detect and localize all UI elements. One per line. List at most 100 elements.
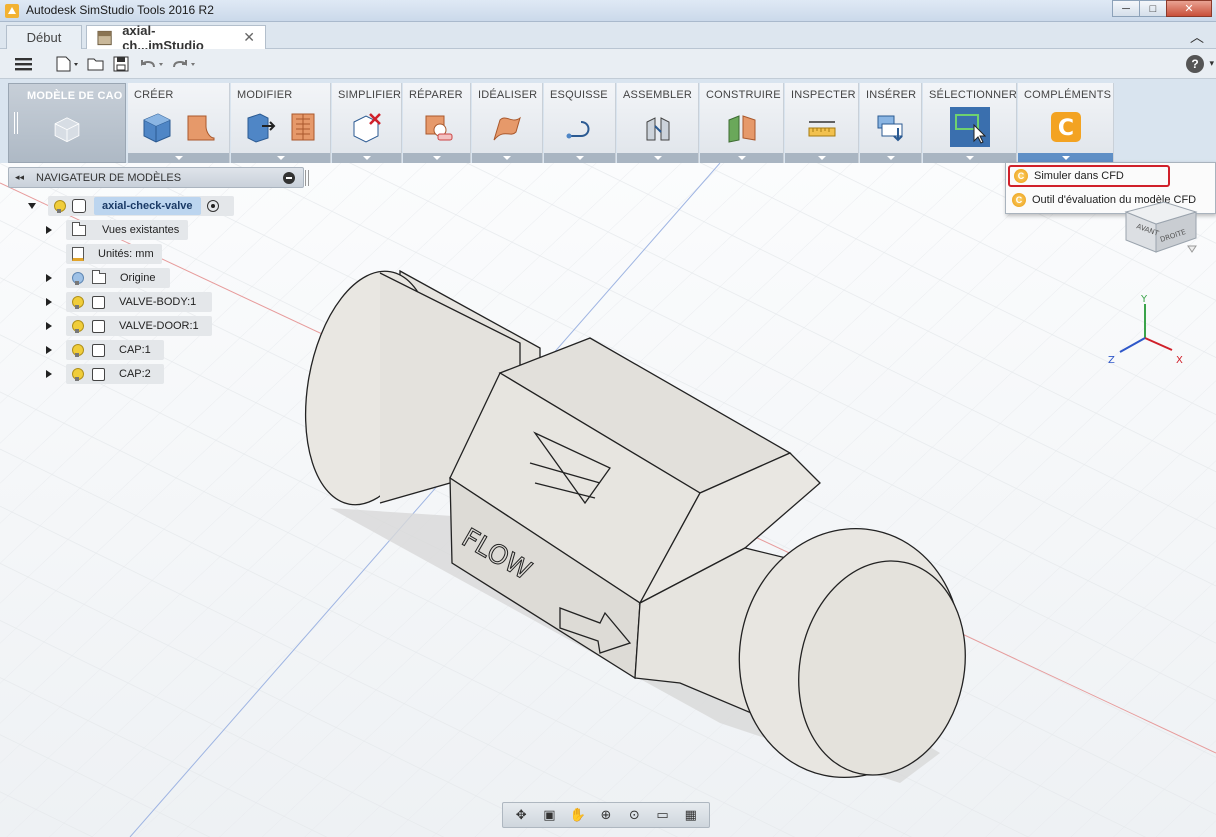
orbit-icon[interactable]: ✥ — [511, 805, 531, 825]
ribbon-group-idealize[interactable]: IDÉALISER — [472, 83, 543, 163]
chevron-down-icon[interactable] — [362, 156, 371, 160]
ribbon-group-construct[interactable]: CONSTRUIRE — [700, 83, 784, 163]
cad-model-icon — [54, 117, 80, 143]
ribbon-group-simplify[interactable]: SIMPLIFIER — [332, 83, 402, 163]
new-file-icon[interactable] — [54, 55, 82, 73]
display-settings-icon[interactable]: ▭ — [653, 805, 673, 825]
collapse-panel-icon[interactable]: ◂◂ — [15, 172, 24, 183]
view-cube[interactable]: AVANT DROITE — [1116, 172, 1216, 262]
ribbon-group-assemble[interactable]: ASSEMBLER — [617, 83, 699, 163]
visibility-bulb-icon[interactable] — [72, 295, 84, 309]
chevron-down-icon[interactable] — [432, 156, 441, 160]
construction-plane-icon[interactable] — [725, 110, 759, 144]
view-cube-menu-icon[interactable] — [1187, 245, 1197, 253]
visibility-bulb-icon[interactable] — [72, 271, 84, 285]
ribbon-group-insert[interactable]: INSÉRER — [860, 83, 922, 163]
expand-triangle-icon[interactable] — [46, 274, 52, 282]
visibility-bulb-icon[interactable] — [72, 343, 84, 357]
cap2-node[interactable]: CAP:2 — [66, 364, 164, 384]
units-node[interactable]: Unités: mm — [66, 244, 162, 264]
ribbon-group-select-label: SÉLECTIONNER — [929, 89, 1017, 101]
3d-viewport[interactable]: FLOW — [0, 163, 1216, 837]
save-icon[interactable] — [112, 55, 130, 73]
help-caret-icon[interactable]: ▾ — [1209, 58, 1214, 69]
activate-radio-icon[interactable] — [206, 200, 219, 212]
help-icon[interactable]: ? — [1186, 55, 1204, 73]
select-icon[interactable] — [949, 107, 990, 147]
window-title: Autodesk SimStudio Tools 2016 R2 — [26, 3, 214, 17]
chevron-down-icon[interactable] — [886, 156, 895, 160]
expand-triangle-icon[interactable] — [46, 226, 52, 234]
ribbon-group-select[interactable]: SÉLECTIONNER — [923, 83, 1017, 163]
root-node[interactable]: axial-check-valve — [48, 196, 234, 216]
chevron-down-icon[interactable] — [965, 156, 974, 160]
cfd-addin-icon[interactable]: C — [1049, 110, 1083, 144]
ribbon-group-addins[interactable]: COMPLÉMENTS C — [1018, 83, 1114, 163]
ribbon-group-repair[interactable]: RÉPARER — [403, 83, 471, 163]
collapse-triangle-icon[interactable] — [28, 203, 36, 209]
zoom-icon[interactable]: ⊕ — [596, 805, 616, 825]
grid-settings-icon[interactable]: ▦ — [681, 805, 701, 825]
maximize-button[interactable]: □ — [1139, 0, 1167, 17]
chevron-down-icon[interactable] — [503, 156, 511, 160]
named-views-node[interactable]: Vues existantes — [66, 220, 188, 240]
remove-features-icon[interactable] — [350, 110, 384, 144]
ribbon-group-sketch[interactable]: ESQUISSE — [544, 83, 616, 163]
repair-icon[interactable] — [420, 110, 454, 144]
open-folder-icon[interactable] — [86, 55, 106, 73]
chevron-down-icon[interactable] — [575, 156, 584, 160]
expand-triangle-icon[interactable] — [46, 298, 52, 306]
undo-icon[interactable] — [138, 55, 168, 73]
box-icon[interactable] — [140, 110, 174, 144]
expand-triangle-icon[interactable] — [46, 346, 52, 354]
chevron-up-icon[interactable]: ︿ — [1190, 27, 1204, 47]
ribbon-group-sketch-label: ESQUISSE — [550, 89, 608, 101]
model-browser-header[interactable]: ◂◂ NAVIGATEUR DE MODÈLES — [8, 167, 309, 188]
press-pull-icon[interactable] — [242, 110, 276, 144]
ribbon-group-create[interactable]: CRÉER — [128, 83, 230, 163]
chevron-down-icon[interactable] — [653, 156, 662, 160]
expand-triangle-icon[interactable] — [46, 370, 52, 378]
hamburger-icon[interactable] — [14, 55, 34, 73]
sketch-extrude-icon[interactable] — [184, 110, 218, 144]
valve-door-node[interactable]: VALVE-DOOR:1 — [66, 316, 212, 336]
viewport-canvas[interactable]: FLOW — [0, 163, 1216, 837]
visibility-bulb-icon[interactable] — [54, 199, 66, 213]
close-button[interactable]: ✕ — [1166, 0, 1212, 17]
origin-node[interactable]: Origine — [66, 268, 170, 288]
tab-document[interactable]: axial-ch...imStudio ✕ — [86, 23, 266, 53]
ribbon-group-modify-label: MODIFIER — [237, 89, 293, 101]
chevron-down-icon[interactable] — [737, 156, 746, 160]
zoom-fit-icon[interactable]: ⊙ — [624, 805, 644, 825]
joint-icon[interactable] — [641, 110, 675, 144]
chevron-down-icon[interactable] — [817, 156, 826, 160]
insert-icon[interactable] — [874, 110, 908, 144]
visibility-bulb-icon[interactable] — [72, 319, 84, 333]
sketch-arc-icon[interactable] — [563, 110, 597, 144]
chevron-down-icon[interactable] — [276, 156, 285, 160]
chevron-down-icon[interactable] — [174, 156, 183, 160]
pan-hand-icon[interactable]: ✋ — [568, 805, 588, 825]
minimize-button[interactable]: ─ — [1112, 0, 1140, 17]
expand-triangle-icon[interactable] — [46, 322, 52, 330]
grip-handle-icon[interactable] — [305, 170, 309, 186]
visibility-bulb-icon[interactable] — [72, 367, 84, 381]
look-at-icon[interactable]: ▣ — [539, 805, 559, 825]
redo-icon[interactable] — [170, 55, 200, 73]
workspace-switcher[interactable]: MODÈLE DE CAO — [8, 83, 126, 163]
split-body-icon[interactable] — [286, 110, 320, 144]
idealize-surface-icon[interactable] — [490, 110, 524, 144]
valve-body-node[interactable]: VALVE-BODY:1 — [66, 292, 212, 312]
root-component-label[interactable]: axial-check-valve — [94, 197, 201, 215]
model-browser-title: NAVIGATEUR DE MODÈLES — [36, 171, 182, 184]
ribbon-group-inspect[interactable]: INSPECTER — [785, 83, 859, 163]
close-tab-icon[interactable]: ✕ — [243, 29, 255, 46]
folder-icon — [72, 221, 86, 236]
minimize-panel-icon[interactable] — [283, 172, 295, 184]
chevron-down-icon[interactable] — [1061, 156, 1070, 160]
measure-icon[interactable] — [805, 110, 839, 144]
cap1-node[interactable]: CAP:1 — [66, 340, 164, 360]
tab-home[interactable]: Début — [6, 25, 82, 49]
ribbon-group-modify[interactable]: MODIFIER — [231, 83, 331, 163]
cfd-icon: C — [1012, 193, 1026, 207]
